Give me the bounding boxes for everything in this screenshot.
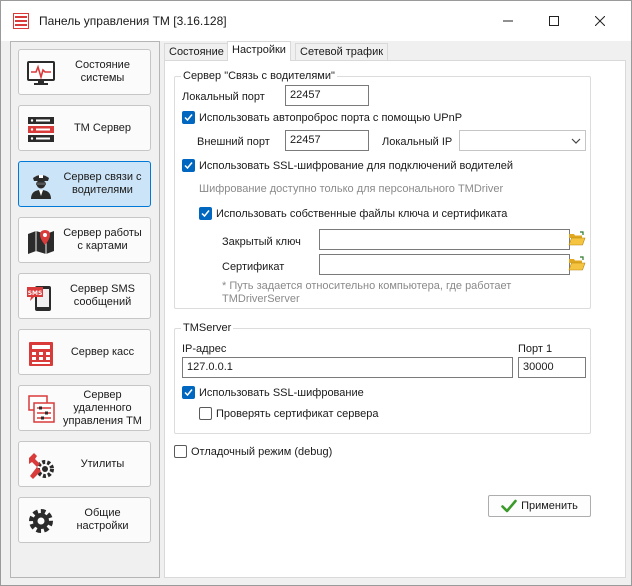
nav-label: Утилиты	[80, 457, 125, 470]
port-input[interactable]: 30000	[518, 357, 586, 378]
nav-remote-server[interactable]: Сервер удаленного управления ТМ	[18, 385, 151, 431]
checkbox-box	[174, 445, 187, 458]
ssl-label: Использовать SSL-шифрование для подключе…	[199, 159, 514, 172]
nav-label: ТМ Сервер	[73, 121, 132, 134]
nav-label: Сервер SMS сообщений	[69, 283, 136, 308]
close-button[interactable]	[577, 1, 623, 41]
nav-label: Состояние системы	[75, 59, 130, 84]
external-port-input[interactable]: 22457	[285, 130, 369, 151]
driver-icon	[31, 175, 51, 199]
maximize-button[interactable]	[531, 1, 577, 41]
cash-register-icon	[29, 342, 53, 366]
private-key-input[interactable]	[319, 229, 570, 250]
checkbox-box	[182, 159, 195, 172]
tab-settings[interactable]: Настройки	[227, 41, 291, 61]
tmserver-group: TMServer IP-адрес Порт 1 127.0.0.1 30000…	[174, 321, 591, 434]
tab-status[interactable]: Состояние	[164, 43, 229, 60]
server-rack-icon	[28, 117, 54, 142]
upnp-label: Использовать автопроброс порта с помощью…	[199, 111, 463, 124]
chevron-down-icon	[571, 138, 581, 144]
title-bar: Панель управления ТМ [3.16.128]	[1, 1, 631, 41]
settings-panel: Сервер "Связь с водителями" Локальный по…	[164, 60, 626, 578]
checkbox-box	[199, 207, 212, 220]
app-icon	[13, 13, 29, 29]
debug-checkbox[interactable]: Отладочный режим (debug)	[174, 445, 332, 458]
nav-label: Сервер касс	[70, 345, 135, 358]
local-ip-select[interactable]	[459, 130, 586, 151]
check-icon	[184, 389, 193, 397]
nav-label: Сервер связи с водителями	[63, 171, 142, 196]
path-note-line2: TMDriverServer	[222, 293, 300, 305]
minimize-icon	[503, 20, 513, 22]
monitor-heartbeat-icon	[27, 61, 55, 85]
apply-label: Применить	[521, 500, 578, 512]
nav-system-status[interactable]: Состояние системы	[18, 49, 151, 95]
maximize-icon	[549, 16, 559, 26]
tmserver-ssl-checkbox[interactable]: Использовать SSL-шифрование	[182, 386, 364, 399]
close-icon	[595, 16, 605, 26]
folder-open-icon[interactable]	[568, 255, 586, 273]
nav-label: Сервер удаленного управления ТМ	[63, 388, 142, 427]
checkmark-icon	[501, 499, 517, 513]
nav-label: Сервер работы с картами	[63, 227, 142, 252]
ip-input[interactable]: 127.0.0.1	[182, 357, 513, 378]
verify-cert-checkbox[interactable]: Проверять сертификат сервера	[199, 407, 378, 420]
local-port-input[interactable]: 22457	[285, 85, 369, 106]
nav-cash-server[interactable]: Сервер касс	[18, 329, 151, 375]
nav-tm-server[interactable]: ТМ Сервер	[18, 105, 151, 151]
local-ip-label: Локальный IP	[382, 136, 453, 148]
port-label: Порт 1	[518, 343, 553, 355]
certificate-label: Сертификат	[222, 261, 285, 273]
tab-network-traffic[interactable]: Сетевой трафик	[295, 43, 389, 60]
external-port-label: Внешний порт	[197, 136, 270, 148]
check-icon	[184, 114, 193, 122]
checkbox-box	[199, 407, 212, 420]
sms-phone-icon: SMS	[27, 286, 51, 311]
checkbox-box	[182, 386, 195, 399]
certificate-input[interactable]	[319, 254, 570, 275]
nav-sms-server[interactable]: SMS Сервер SMS сообщений	[18, 273, 151, 319]
gear-icon	[29, 509, 53, 533]
group-title: TMServer	[181, 321, 234, 335]
ssl-note: Шифрование доступно только для персональ…	[199, 183, 504, 195]
nav-driver-server[interactable]: Сервер связи с водителями	[18, 161, 151, 207]
tmserver-ssl-label: Использовать SSL-шифрование	[199, 386, 364, 399]
nav-label: Общие настройки	[76, 507, 129, 532]
check-icon	[184, 162, 193, 170]
client-area: Состояние системы ТМ Сервер Сервер связи…	[1, 41, 631, 585]
upnp-checkbox[interactable]: Использовать автопроброс порта с помощью…	[182, 111, 462, 124]
nav-utilities[interactable]: Утилиты	[18, 441, 151, 487]
path-note-line1: * Путь задается относительно компьютера,…	[222, 280, 512, 292]
main-window: Панель управления ТМ [3.16.128] Состояни…	[0, 0, 632, 586]
driver-server-group: Сервер "Связь с водителями" Локальный по…	[174, 69, 591, 309]
private-key-label: Закрытый ключ	[222, 236, 301, 248]
folder-open-icon[interactable]	[568, 230, 586, 248]
map-pin-icon	[28, 230, 54, 254]
own-keys-label: Использовать собственные файлы ключа и с…	[216, 207, 508, 220]
ssl-checkbox[interactable]: Использовать SSL-шифрование для подключе…	[182, 159, 513, 172]
verify-cert-label: Проверять сертификат сервера	[216, 407, 379, 420]
group-title: Сервер "Связь с водителями"	[181, 69, 337, 83]
remote-control-icon	[28, 395, 55, 423]
minimize-button[interactable]	[485, 1, 531, 41]
nav-general-settings[interactable]: Общие настройки	[18, 497, 151, 543]
check-icon	[201, 210, 210, 218]
checkbox-box	[182, 111, 195, 124]
window-title: Панель управления ТМ [3.16.128]	[39, 14, 227, 28]
own-keys-checkbox[interactable]: Использовать собственные файлы ключа и с…	[199, 207, 507, 220]
ip-label: IP-адрес	[182, 343, 227, 355]
wrench-gear-icon	[29, 453, 54, 479]
local-port-label: Локальный порт	[182, 91, 265, 103]
nav-panel: Состояние системы ТМ Сервер Сервер связи…	[10, 41, 160, 578]
apply-button[interactable]: Применить	[488, 495, 591, 517]
nav-maps-server[interactable]: Сервер работы с картами	[18, 217, 151, 263]
debug-label: Отладочный режим (debug)	[191, 445, 333, 458]
svg-text:SMS: SMS	[28, 290, 43, 297]
